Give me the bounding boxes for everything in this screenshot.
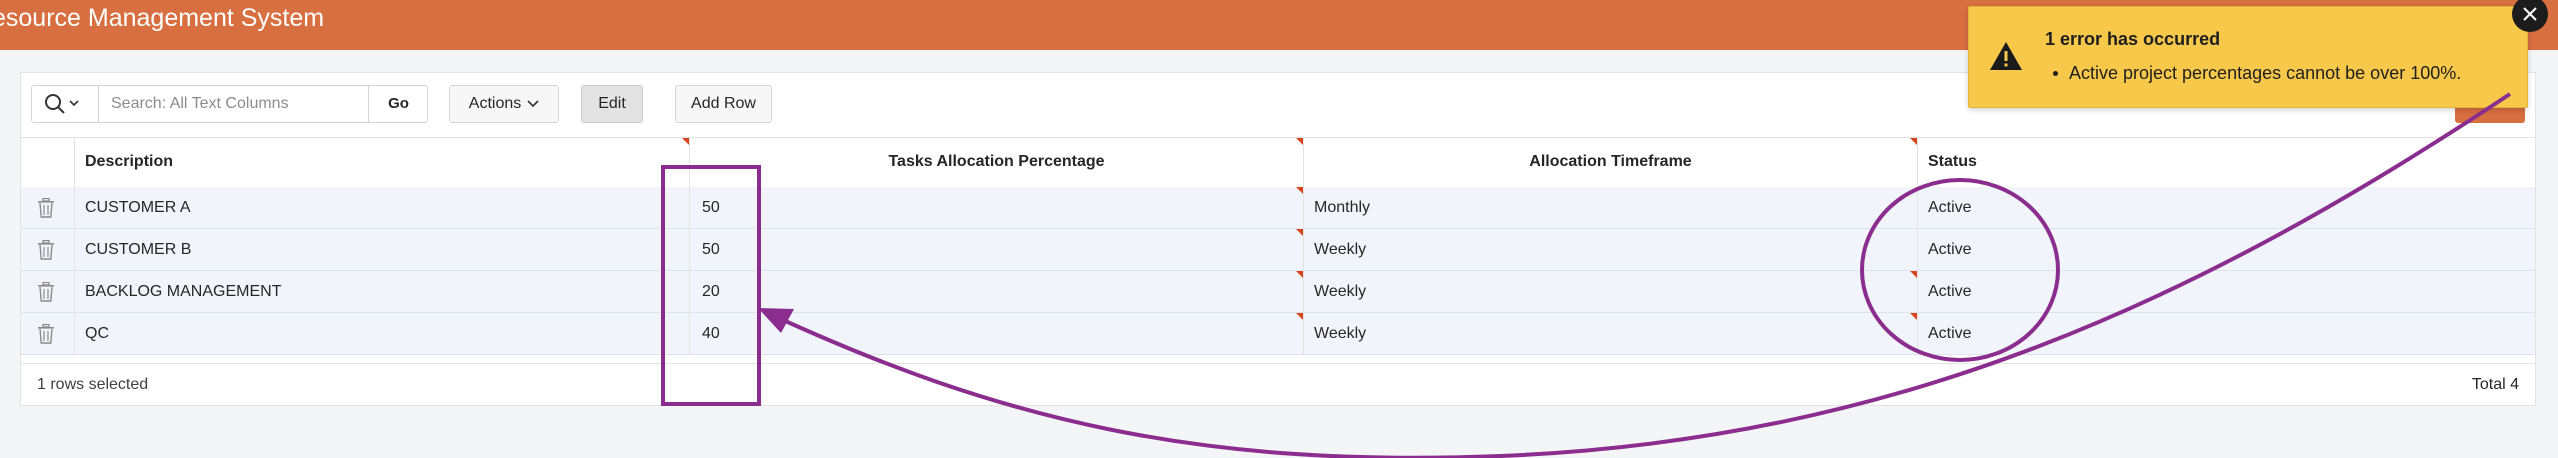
description-cell[interactable]: QC [75, 313, 690, 354]
error-message: Active project percentages cannot be ove… [2052, 63, 2462, 83]
changed-marker [1910, 313, 1917, 320]
status-cell[interactable]: Active [1918, 187, 2535, 228]
timeframe-cell[interactable]: Weekly [1304, 229, 1918, 270]
search-box: Go [31, 85, 428, 123]
percentage-value: 50 [702, 199, 720, 216]
search-column-menu-button[interactable] [32, 86, 99, 122]
row-actions-cell [21, 271, 75, 312]
trash-icon[interactable] [37, 240, 55, 260]
chevron-down-icon [527, 100, 539, 107]
table-row[interactable]: CUSTOMER B 50 Weekly Active [21, 229, 2535, 271]
required-marker [682, 138, 689, 145]
description-cell[interactable]: BACKLOG MANAGEMENT [75, 271, 690, 312]
close-icon [2523, 7, 2537, 21]
grid-header-row: Description Tasks Allocation Percentage … [21, 137, 2535, 189]
trash-icon[interactable] [37, 198, 55, 218]
timeframe-value: Weekly [1314, 325, 1367, 342]
row-actions-cell [21, 313, 75, 354]
total-count: Total 4 [2471, 376, 2519, 393]
percentage-value: 20 [702, 283, 720, 300]
column-header-label: Status [1928, 153, 1977, 170]
changed-marker [1296, 313, 1303, 320]
header-select-cell [21, 138, 75, 188]
actions-label: Actions [468, 95, 522, 112]
status-cell[interactable]: Active [1918, 271, 2535, 312]
timeframe-cell[interactable]: Monthly [1304, 187, 1918, 228]
percentage-cell[interactable]: 40 [690, 313, 1304, 354]
row-actions-cell [21, 187, 75, 228]
description-cell[interactable]: CUSTOMER A [75, 187, 690, 228]
timeframe-value: Weekly [1314, 283, 1367, 300]
column-header-timeframe[interactable]: Allocation Timeframe [1304, 138, 1918, 188]
trash-icon[interactable] [37, 324, 55, 344]
trash-icon[interactable] [37, 282, 55, 302]
changed-marker [1296, 229, 1303, 236]
timeframe-cell[interactable]: Weekly [1304, 271, 1918, 312]
column-header-label: Tasks Allocation Percentage [888, 153, 1105, 170]
search-icon [45, 94, 79, 114]
status-cell[interactable]: Active [1918, 229, 2535, 270]
search-input[interactable] [99, 86, 368, 122]
edit-button[interactable]: Edit [581, 85, 643, 123]
percentage-value: 50 [702, 241, 720, 258]
description-cell[interactable]: CUSTOMER B [75, 229, 690, 270]
warning-icon [1990, 42, 2022, 70]
error-title: 1 error has occurred [2045, 29, 2221, 49]
table-row[interactable]: CUSTOMER A 50 Monthly Active [21, 187, 2535, 229]
required-marker [1296, 138, 1303, 145]
selection-count: 1 rows selected [37, 376, 149, 393]
column-header-status[interactable]: Status [1918, 138, 2535, 188]
add-row-button[interactable]: Add Row [675, 85, 772, 123]
changed-marker [1910, 271, 1917, 278]
row-actions-cell [21, 229, 75, 270]
status-cell[interactable]: Active [1918, 313, 2535, 354]
actions-menu-button[interactable]: Actions [449, 85, 559, 123]
percentage-cell[interactable]: 50 [690, 229, 1304, 270]
table-row[interactable]: BACKLOG MANAGEMENT 20 Weekly Active [21, 271, 2535, 313]
timeframe-cell[interactable]: Weekly [1304, 313, 1918, 354]
percentage-value: 40 [702, 325, 720, 342]
changed-marker [1296, 271, 1303, 278]
column-header-label: Description [85, 153, 174, 170]
app-title: esource Management System [0, 4, 325, 32]
column-header-percentage[interactable]: Tasks Allocation Percentage [690, 138, 1304, 188]
table-row[interactable]: QC 40 Weekly Active [21, 313, 2535, 355]
interactive-grid-region: Go Actions Edit Add Row Description Task… [20, 72, 2536, 406]
changed-marker [1296, 187, 1303, 194]
go-button[interactable]: Go [368, 86, 428, 122]
required-marker [1910, 138, 1917, 145]
percentage-cell[interactable]: 50 [690, 187, 1304, 228]
column-header-label: Allocation Timeframe [1529, 153, 1692, 170]
error-notification: 1 error has occurred Active project perc… [1968, 6, 2528, 108]
grid-footer: 1 rows selected Total 4 [21, 363, 2535, 406]
column-header-description[interactable]: Description [75, 138, 690, 188]
percentage-cell[interactable]: 20 [690, 271, 1304, 312]
